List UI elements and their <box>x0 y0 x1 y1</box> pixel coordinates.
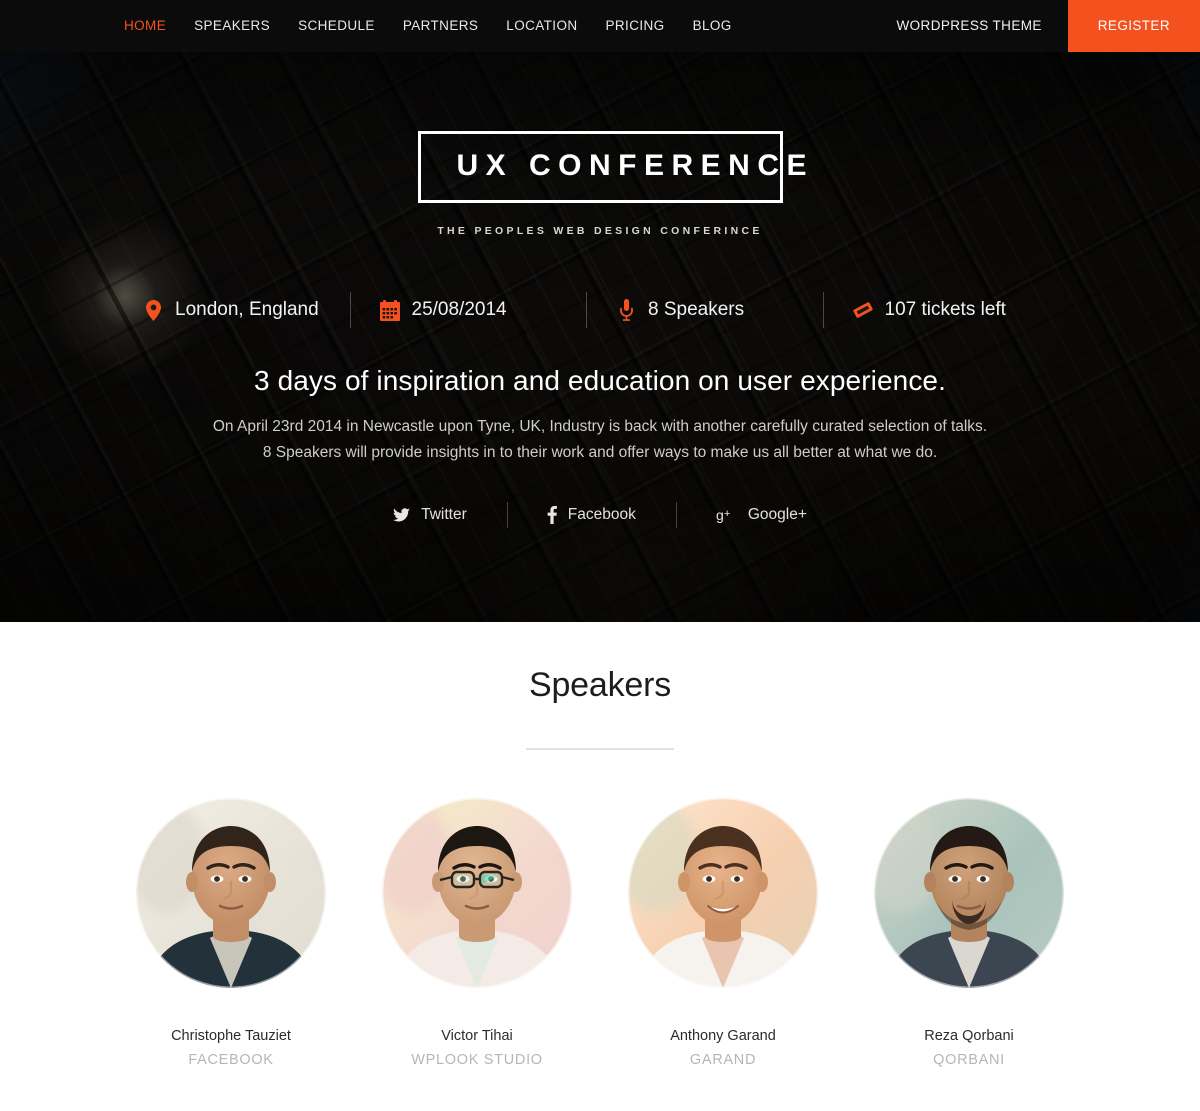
social-link-label: Twitter <box>421 506 467 524</box>
speaker-role: FACEBOOK <box>188 1052 274 1068</box>
nav-item-blog[interactable]: BLOG <box>679 0 746 52</box>
social-link-google-plus[interactable]: g + Google+ <box>676 506 847 524</box>
microphone-icon <box>616 299 636 321</box>
event-info-text: 25/08/2014 <box>411 299 507 320</box>
nav-item-pricing[interactable]: PRICING <box>592 0 679 52</box>
hero-description-line-1: On April 23rd 2014 in Newcastle upon Tyn… <box>212 418 988 435</box>
social-links-row: Twitter Facebook g + Google+ <box>353 506 847 525</box>
speaker-role: QORBANI <box>933 1052 1005 1068</box>
twitter-icon <box>393 508 411 522</box>
conference-tagline: THE PEOPLES WEB DESIGN CONFERINCE <box>437 225 763 237</box>
speakers-grid: Christophe Tauziet FACEBOOK Victor Tihai… <box>0 798 1200 1068</box>
hero-description: On April 23rd 2014 in Newcastle upon Tyn… <box>213 414 987 466</box>
google-plus-icon: g + <box>716 508 737 523</box>
speaker-role: WPLOOK STUDIO <box>411 1052 543 1068</box>
nav-item-speakers[interactable]: SPEAKERS <box>180 0 284 52</box>
event-info-text: London, England <box>175 299 319 320</box>
event-info-item-0: London, England <box>127 299 364 321</box>
nav-right-group: WORDPRESS THEME REGISTER <box>871 0 1200 52</box>
speaker-name: Victor Tihai <box>441 1028 513 1044</box>
top-navigation-bar: HOME SPEAKERS SCHEDULE PARTNERS LOCATION PRIC… <box>0 0 1200 52</box>
event-info-text: 8 Speakers <box>648 299 745 320</box>
section-divider <box>526 748 674 750</box>
speaker-name: Anthony Garand <box>670 1028 776 1044</box>
svg-text:g: g <box>716 508 724 523</box>
speaker-card[interactable]: Victor Tihai WPLOOK STUDIO <box>368 798 586 1068</box>
speaker-card[interactable]: Christophe Tauziet FACEBOOK <box>122 798 340 1068</box>
social-link-facebook[interactable]: Facebook <box>507 506 676 525</box>
event-info-text: 107 tickets left <box>884 299 1006 320</box>
speaker-name: Christophe Tauziet <box>171 1028 291 1044</box>
social-link-label: Google+ <box>747 506 807 524</box>
nav-item-home[interactable]: HOME <box>110 0 180 52</box>
wordpress-theme-link[interactable]: WORDPRESS THEME <box>871 0 1068 52</box>
conference-logo-text: UX CONFERENCE <box>456 149 815 182</box>
speaker-avatar[interactable] <box>874 798 1064 988</box>
event-info-item-1: 25/08/2014 <box>364 299 601 321</box>
facebook-icon <box>547 506 557 525</box>
calendar-icon <box>379 299 400 321</box>
speaker-avatar[interactable] <box>136 798 326 988</box>
hero-section: UX CONFERENCE THE PEOPLES WEB DESIGN CON… <box>0 52 1200 622</box>
hero-description-line-2: 8 Speakers will provide insights in to t… <box>262 444 938 462</box>
social-link-label: Facebook <box>567 506 636 524</box>
social-link-twitter[interactable]: Twitter <box>353 506 507 524</box>
nav-item-location[interactable]: LOCATION <box>492 0 591 52</box>
nav-item-schedule[interactable]: SCHEDULE <box>284 0 389 52</box>
speaker-avatar[interactable] <box>382 798 572 988</box>
nav-item-partners[interactable]: PARTNERS <box>389 0 492 52</box>
speaker-avatar[interactable] <box>628 798 818 988</box>
event-info-strip: London, England 25/08/2014 8 Speakers 107 t… <box>127 299 1073 321</box>
ticket-icon <box>852 299 873 321</box>
speakers-section-title: Speakers <box>528 666 672 704</box>
speakers-section: Speakers Christophe Tauziet FACEBOOK Vic… <box>0 622 1200 1111</box>
location-pin-icon <box>143 299 163 321</box>
speaker-card[interactable]: Reza Qorbani QORBANI <box>860 798 1078 1068</box>
speaker-card[interactable]: Anthony Garand GARAND <box>614 798 832 1068</box>
register-button[interactable]: REGISTER <box>1067 0 1200 52</box>
speaker-name: Reza Qorbani <box>924 1028 1014 1044</box>
primary-nav: HOME SPEAKERS SCHEDULE PARTNERS LOCATION PRIC… <box>110 0 746 52</box>
conference-logo-box: UX CONFERENCE <box>417 131 815 203</box>
speaker-role: GARAND <box>689 1052 757 1068</box>
event-info-item-2: 8 Speakers <box>600 299 837 321</box>
svg-text:+: + <box>724 508 730 520</box>
hero-headline: 3 days of inspiration and education on u… <box>254 365 946 396</box>
event-info-item-3: 107 tickets left <box>837 299 1074 321</box>
